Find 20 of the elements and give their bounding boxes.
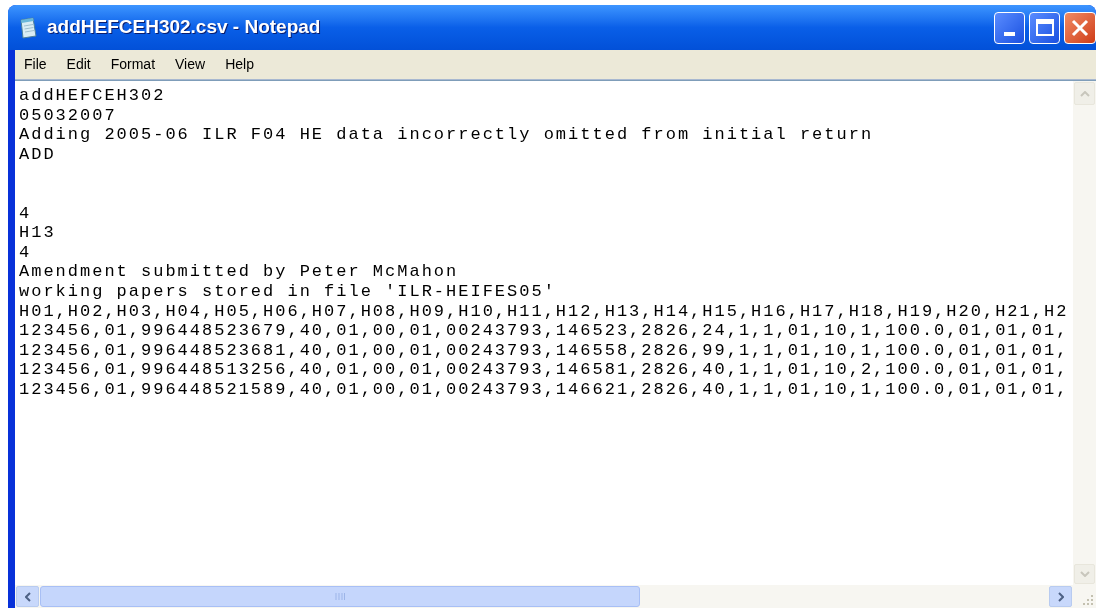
text-line: 123456,01,996448513256,40,01,00,01,00243793,146581,2826,40,1,1,01,10,2,100.0,01,01,01, bbox=[19, 360, 1070, 380]
window-title: addHEFCEH302.csv - Notepad bbox=[47, 15, 321, 40]
text-line: H01,H02,H03,H04,H05,H06,H07,H08,H09,H10,H11,H12,H13,H14,H15,H16,H17,H18,H19,H20,H21,H2 bbox=[19, 301, 1070, 322]
text-line: Amendment submitted by Peter McMahon bbox=[19, 262, 460, 282]
text-line: H13 bbox=[19, 223, 57, 243]
menu-item[interactable]: Format bbox=[108, 54, 158, 75]
text-line: 123456,01,996448523679,40,01,00,01,00243793,146523,2826,24,1,1,01,10,1,100.0,01,01,01, bbox=[19, 321, 1070, 341]
text-line: 05032007 bbox=[19, 105, 118, 126]
text-line: 4 bbox=[19, 203, 33, 224]
menu-item[interactable]: Edit bbox=[64, 54, 93, 75]
text-line: 4 bbox=[19, 242, 33, 263]
text-line: ADD bbox=[19, 144, 57, 165]
menu-item[interactable]: File bbox=[22, 54, 49, 75]
menu-item[interactable]: Help bbox=[223, 54, 256, 75]
menu-item[interactable]: View bbox=[173, 54, 208, 75]
text-line: 123456,01,996448521589,40,01,00,01,00243793,146621,2826,40,1,1,01,10,1,100.0,01,01,01, bbox=[19, 379, 1070, 400]
text-line: Adding 2005-06 ILR F04 HE data incorrectly omitted from initial return bbox=[19, 125, 875, 145]
text-line: addHEFCEH302 bbox=[19, 86, 167, 106]
text-line: working papers stored in file 'ILR-HEIFES05' bbox=[19, 281, 557, 302]
text-line: 123456,01,996448523681,40,01,00,01,00243793,146558,2826,99,1,1,01,10,1,100.0,01,01,01, bbox=[19, 340, 1070, 361]
